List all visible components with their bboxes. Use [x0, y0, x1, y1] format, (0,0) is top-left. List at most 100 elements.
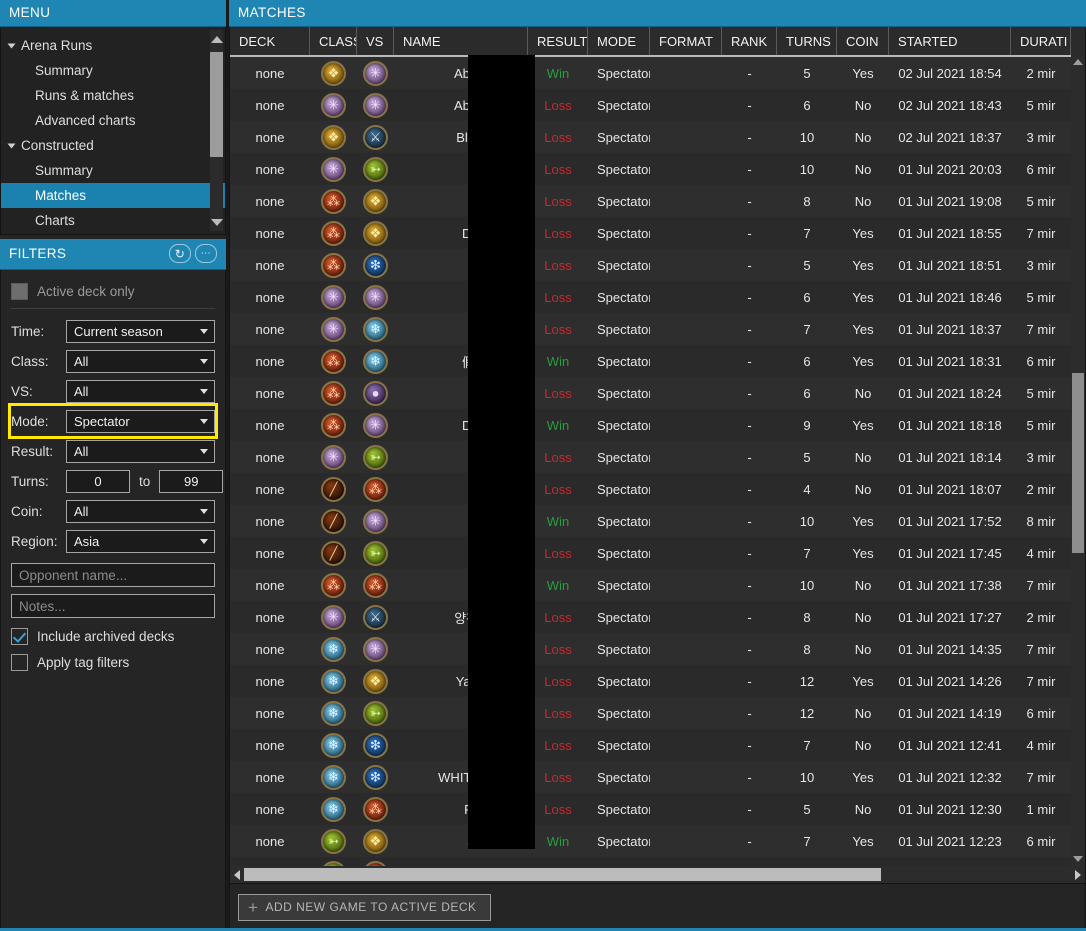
column-header-started[interactable]: STARTED [889, 27, 1011, 55]
column-header-turns[interactable]: TURNS [777, 27, 837, 55]
table-row[interactable]: none❄✳Lee1k#LossSpectator-8No01 Jul 2021… [230, 633, 1085, 665]
cell-coin: No [837, 386, 889, 401]
chevron-down-icon [200, 389, 208, 394]
include-archived-row[interactable]: Include archived decks [11, 623, 215, 649]
matches-horizontal-scrollbar[interactable] [230, 866, 1085, 883]
matches-scroll-right-arrow[interactable] [1071, 866, 1085, 883]
table-row[interactable]: none╱✳HooMIWinSpectator-10Yes01 Jul 2021… [230, 505, 1085, 537]
filter-class-select[interactable]: All [66, 349, 215, 373]
cell-turns-text: 6 [803, 385, 811, 401]
table-row[interactable]: none❄⁂PlagueisLossSpectator-5No01 Jul 20… [230, 793, 1085, 825]
refresh-icon[interactable]: ↻ [169, 244, 191, 263]
cell-deck-text: none [255, 97, 285, 113]
cell-rank: - [722, 418, 777, 433]
opponent-name-input[interactable]: Opponent name... [11, 563, 215, 587]
table-row[interactable]: none╱➳hijack#LossSpectator-7Yes01 Jul 20… [230, 537, 1085, 569]
filter-vs-select[interactable]: All [66, 379, 215, 403]
menu-item-charts[interactable]: Charts [1, 208, 225, 233]
cell-duration: 8 mir [1011, 514, 1071, 529]
column-header-result[interactable]: RESULT [528, 27, 588, 55]
table-row[interactable]: none❄➳Apple#LossSpectator-12No01 Jul 202… [230, 697, 1085, 729]
column-header-deck[interactable]: DECK [230, 27, 310, 55]
cell-duration: 5 mir [1011, 98, 1071, 113]
table-row[interactable]: none❄❇閃月#LossSpectator-7No01 Jul 2021 12… [230, 729, 1085, 761]
notes-input[interactable]: Notes... [11, 594, 215, 618]
filter-turns-min-input[interactable]: 0 [66, 469, 130, 493]
cell-turns: 12 [777, 706, 837, 721]
table-row[interactable]: none✳➳Apple#LossSpectator-10No01 Jul 202… [230, 153, 1085, 185]
filter-time-select[interactable]: Current season [66, 319, 215, 343]
active-deck-only-checkbox[interactable] [11, 282, 28, 300]
matches-scroll-left-arrow[interactable] [230, 866, 244, 883]
matches-table-body[interactable]: none❖✳AbsolutelyWinSpectator-5Yes02 Jul … [230, 57, 1085, 883]
expand-triangle-icon[interactable] [7, 143, 16, 148]
cell-duration-text: 7 mir [1026, 225, 1056, 241]
filter-mode-row: Mode: Spectator [8, 403, 218, 439]
table-row[interactable]: none⁂⁂KeqingWinSpectator-10No01 Jul 2021… [230, 569, 1085, 601]
table-row[interactable]: none✳✳은빛매#LossSpectator-6Yes01 Jul 2021 … [230, 281, 1085, 313]
menu-item-arena-runs[interactable]: Arena Runs [1, 33, 225, 58]
apply-tag-filters-row[interactable]: Apply tag filters [11, 649, 215, 675]
table-row[interactable]: none⁂❖AlsyboyLossSpectator-8No01 Jul 202… [230, 185, 1085, 217]
column-header-rank[interactable]: RANK [722, 27, 777, 55]
expand-triangle-icon[interactable] [7, 43, 16, 48]
table-row[interactable]: none✳✳AbsolutelyLossSpectator-6No02 Jul … [230, 89, 1085, 121]
filter-result-select[interactable]: All [66, 439, 215, 463]
menu-item-summary[interactable]: Summary [1, 58, 225, 83]
column-header-coin[interactable]: COIN [837, 27, 889, 55]
add-new-game-button[interactable]: + ADD NEW GAME TO ACTIVE DECK [238, 893, 491, 921]
active-deck-only-row[interactable]: Active deck only [11, 278, 215, 304]
column-header-format[interactable]: FORMAT [650, 27, 722, 55]
matches-scroll-thumb[interactable] [1072, 373, 1084, 553]
column-header-name[interactable]: NAME [394, 27, 528, 55]
table-row[interactable]: none⁂❖DeathG0LossSpectator-7Yes01 Jul 20… [230, 217, 1085, 249]
table-row[interactable]: none⁂✳DeathG0WinSpectator-9Yes01 Jul 202… [230, 409, 1085, 441]
filter-coin-row: Coin: All [11, 496, 215, 526]
cell-started: 01 Jul 2021 17:52 [889, 514, 1011, 529]
table-row[interactable]: none➳❖SihyunhWinSpectator-7Yes01 Jul 202… [230, 825, 1085, 857]
filter-turns-max-input[interactable]: 99 [159, 469, 224, 493]
menu-scroll-thumb[interactable] [210, 52, 223, 157]
filter-region-select[interactable]: Asia [66, 529, 215, 553]
table-row[interactable]: none✳❄BattlesLossSpectator-7Yes01 Jul 20… [230, 313, 1085, 345]
table-row[interactable]: none⁂❄假文青稞WinSpectator-6Yes01 Jul 2021 1… [230, 345, 1085, 377]
table-row[interactable]: none╱⁂HooMILossSpectator-4No01 Jul 2021 … [230, 473, 1085, 505]
cell-turns-text: 8 [803, 641, 811, 657]
menu-scroll-down-arrow[interactable] [210, 213, 223, 231]
cell-duration: 5 mir [1011, 290, 1071, 305]
cell-vs: ✳ [357, 636, 394, 662]
table-row[interactable]: none❖⚔BlackbearLossSpectator-10No02 Jul … [230, 121, 1085, 153]
apply-tag-filters-checkbox[interactable] [11, 653, 28, 671]
matches-hscroll-thumb[interactable] [244, 868, 881, 881]
table-row[interactable]: none❄❖YasKORELossSpectator-12Yes01 Jul 2… [230, 665, 1085, 697]
column-header-class[interactable]: CLASS [310, 27, 357, 55]
column-header-mode[interactable]: MODE [588, 27, 650, 55]
include-archived-checkbox[interactable] [11, 627, 28, 645]
matches-vertical-scrollbar[interactable] [1071, 55, 1085, 866]
cell-vs: ⚔ [357, 124, 394, 150]
filter-coin-select[interactable]: All [66, 499, 215, 523]
table-row[interactable]: none❄❇WHITEALBULossSpectator-10Yes01 Jul… [230, 761, 1085, 793]
menu-scrollbar[interactable] [210, 30, 223, 231]
table-row[interactable]: none✳⚔양천구허슬LossSpectator-8No01 Jul 2021 … [230, 601, 1085, 633]
column-header-duration[interactable]: DURATI [1011, 27, 1071, 55]
cell-duration-text: 6 mir [1026, 161, 1056, 177]
table-row[interactable]: none✳➳hijack#LossSpectator-5No01 Jul 202… [230, 441, 1085, 473]
menu-item-summary[interactable]: Summary [1, 158, 225, 183]
table-row[interactable]: none⁂●Gwent#LossSpectator-6No01 Jul 2021… [230, 377, 1085, 409]
matches-scroll-up-arrow[interactable] [1071, 55, 1085, 69]
menu-item-matches[interactable]: Matches [1, 183, 225, 208]
menu-scroll-up-arrow[interactable] [210, 30, 223, 48]
cell-result: Win [528, 578, 588, 593]
matches-scroll-down-arrow[interactable] [1071, 852, 1085, 866]
class-icon-demonhunter: ⁂ [321, 572, 346, 598]
table-row[interactable]: none⁂❇夜楓#4LossSpectator-5Yes01 Jul 2021 … [230, 249, 1085, 281]
filter-mode-select[interactable]: Spectator [66, 409, 215, 433]
cell-started: 01 Jul 2021 18:18 [889, 418, 1011, 433]
menu-item-advanced-charts[interactable]: Advanced charts [1, 108, 225, 133]
menu-item-constructed[interactable]: Constructed [1, 133, 225, 158]
table-row[interactable]: none❖✳AbsolutelyWinSpectator-5Yes02 Jul … [230, 57, 1085, 89]
menu-item-runs-matches[interactable]: Runs & matches [1, 83, 225, 108]
column-header-vs[interactable]: VS [357, 27, 394, 55]
more-options-icon[interactable]: ⋯ [195, 244, 217, 263]
